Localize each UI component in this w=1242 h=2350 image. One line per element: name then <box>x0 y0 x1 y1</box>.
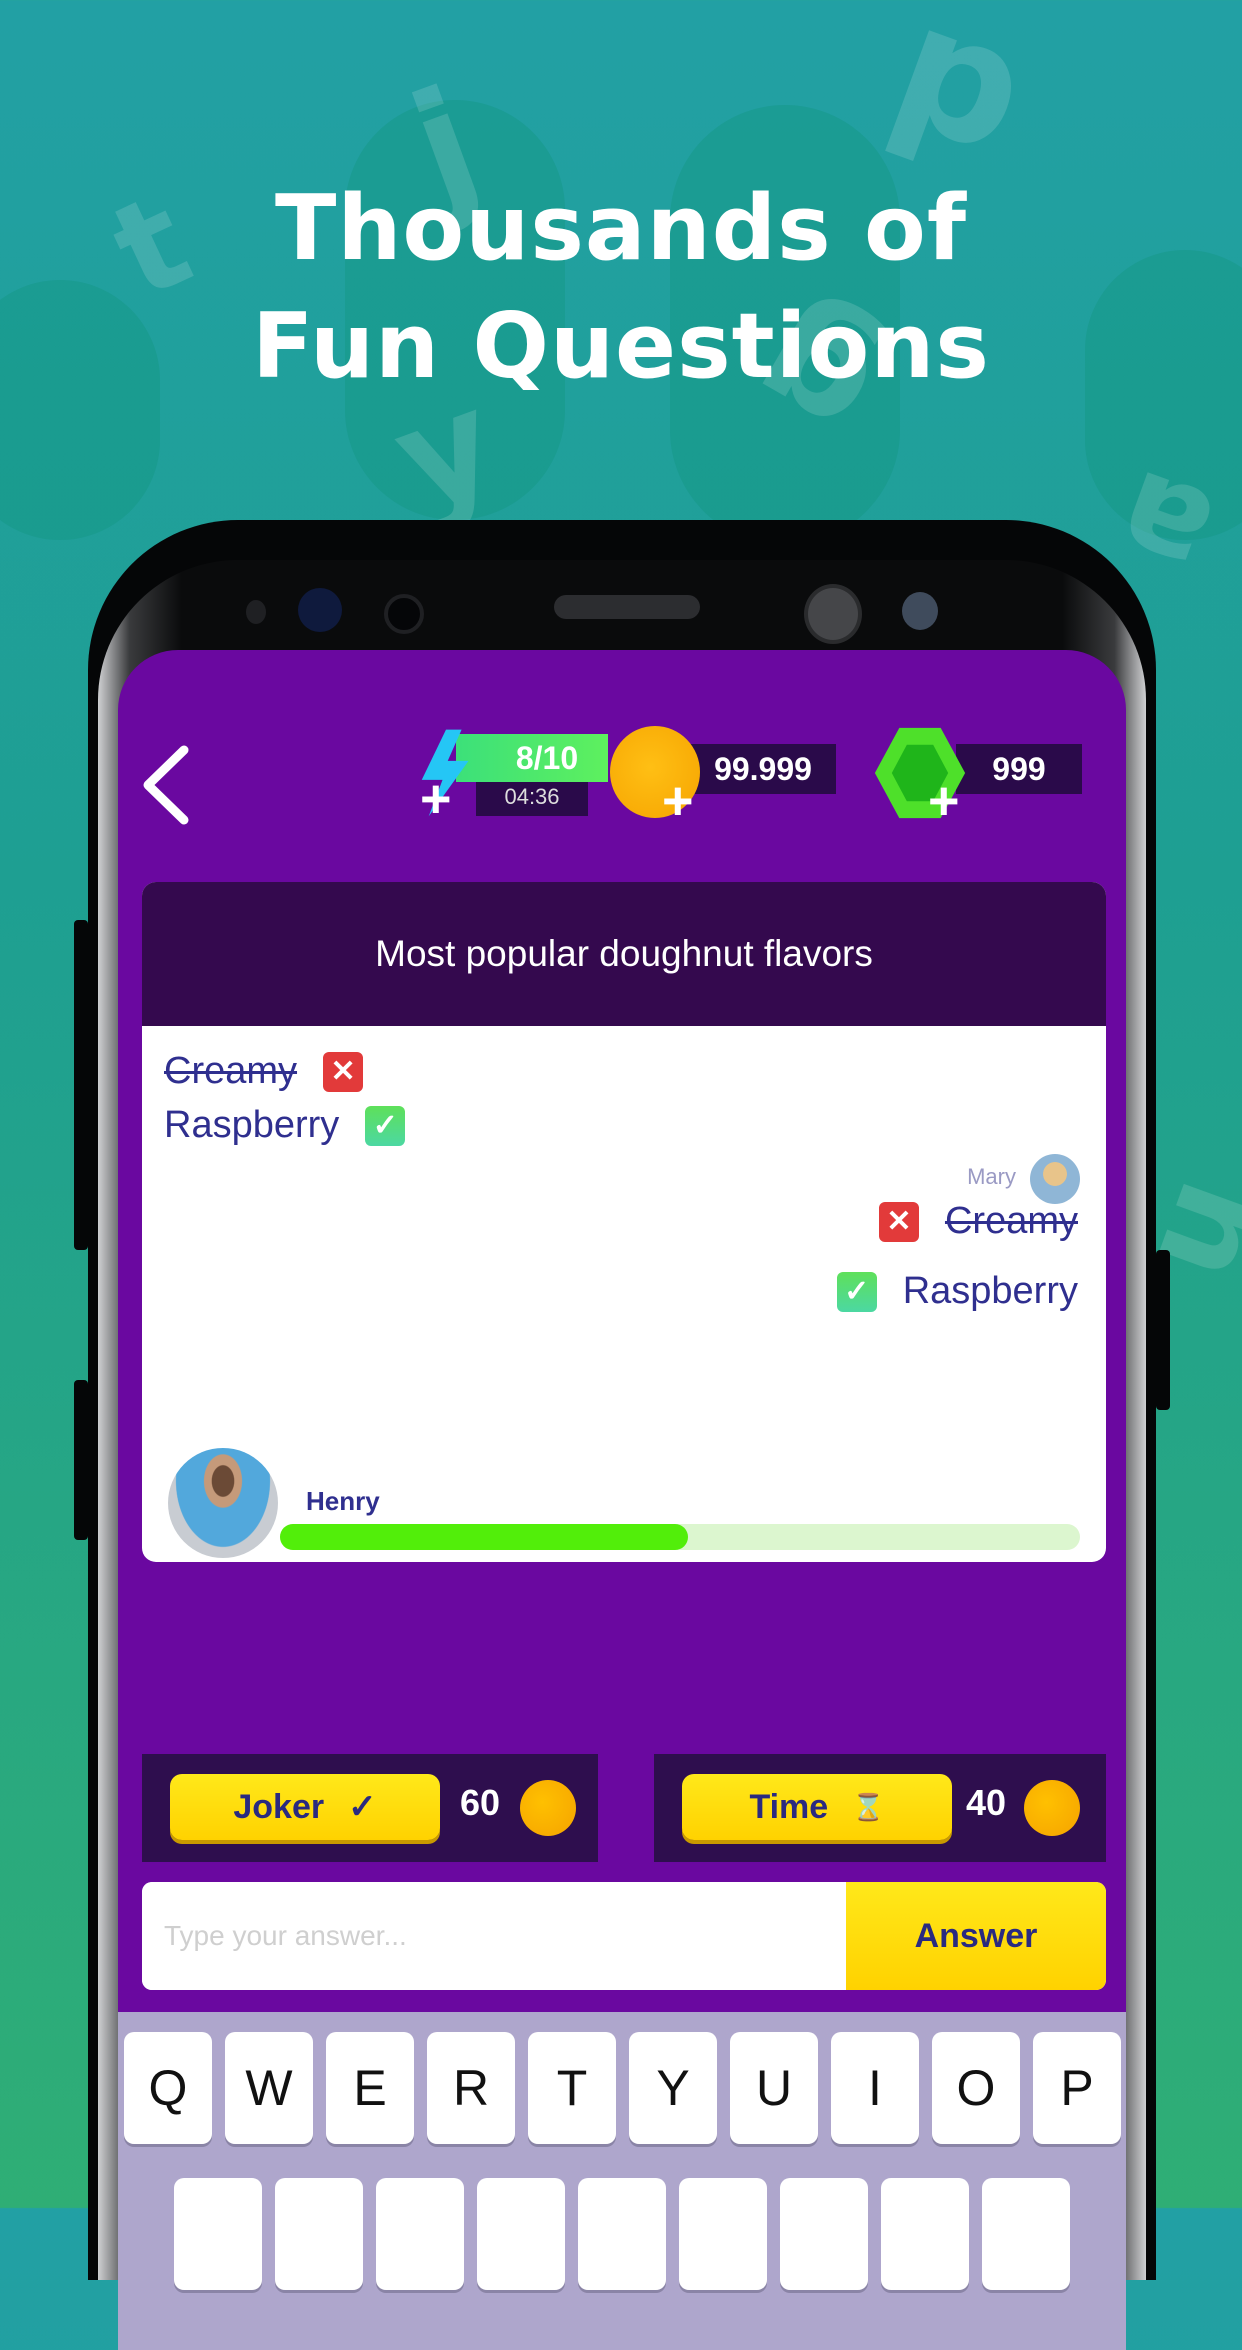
opponent-answer-text: Raspberry <box>902 1270 1078 1312</box>
answer-form: Answer <box>142 1882 1106 1990</box>
opponent-answer-text: Creamy <box>944 1200 1078 1242</box>
player-progress-bar <box>280 1524 1080 1550</box>
coins-value-box: 99.999 <box>690 744 836 794</box>
key-o[interactable]: O <box>932 2032 1020 2144</box>
player-name: Henry <box>306 1486 380 1516</box>
proximity-sensor <box>246 600 266 624</box>
add-energy-icon[interactable]: + <box>420 772 452 826</box>
joker-label: Joker <box>233 1787 325 1826</box>
question-header: Most popular doughnut flavors <box>142 882 1106 1026</box>
key-t[interactable]: T <box>528 2032 616 2144</box>
key-g[interactable] <box>578 2178 666 2290</box>
front-camera <box>384 594 424 634</box>
opponent-answer: ✓ Raspberry <box>836 1270 1078 1313</box>
answer-button[interactable]: Answer <box>846 1882 1106 1990</box>
back-button[interactable] <box>136 740 206 830</box>
key-d[interactable] <box>376 2178 464 2290</box>
time-button[interactable]: Time ⌛ <box>682 1774 952 1840</box>
correct-icon: ✓ <box>836 1271 877 1312</box>
camera-lens <box>804 584 862 644</box>
key-s[interactable] <box>275 2178 363 2290</box>
phone-frame: 04:36 8/10 + 99.999 + 999 + Most popular… <box>74 520 1170 2350</box>
answer-input[interactable] <box>142 1882 846 1990</box>
earpiece-speaker <box>554 595 700 619</box>
energy-value: 8/10 <box>515 739 579 776</box>
headline: Thousands of Fun Questions <box>0 170 1242 406</box>
hourglass-icon: ⌛ <box>852 1791 885 1822</box>
background-letter: p <box>869 0 1052 193</box>
headline-line-2: Fun Questions <box>251 294 990 399</box>
headline-line-1: Thousands of <box>274 176 968 281</box>
gems-value: 999 <box>992 750 1046 787</box>
joker-cost: 60 <box>460 1782 501 1823</box>
phone-side-button <box>1156 1250 1170 1410</box>
iris-sensor <box>298 588 342 632</box>
key-l[interactable] <box>982 2178 1070 2290</box>
coin-icon <box>1024 1780 1080 1836</box>
question-card: Most popular doughnut flavors Creamy ✕ R… <box>142 882 1106 1562</box>
coins-value: 99.999 <box>714 750 812 787</box>
led-sensor <box>902 592 938 630</box>
key-k[interactable] <box>881 2178 969 2290</box>
key-r[interactable]: R <box>427 2032 515 2144</box>
player-answer: Raspberry ✓ <box>164 1104 406 1147</box>
key-e[interactable]: E <box>326 2032 414 2144</box>
player-avatar <box>168 1448 278 1558</box>
correct-icon: ✓ <box>365 1105 406 1146</box>
wrong-icon: ✕ <box>323 1051 364 1092</box>
coin-icon <box>520 1780 576 1836</box>
key-a[interactable] <box>174 2178 262 2290</box>
key-f[interactable] <box>477 2178 565 2290</box>
joker-button[interactable]: Joker ✓ <box>170 1774 440 1840</box>
energy-value-box: 8/10 <box>456 734 608 782</box>
keyboard: Q W E R T Y U I O P <box>118 2012 1126 2350</box>
key-y[interactable]: Y <box>629 2032 717 2144</box>
energy-stat[interactable]: 04:36 8/10 + <box>420 729 610 830</box>
time-cost: 40 <box>966 1782 1007 1823</box>
time-powerup-panel: Time ⌛ 40 <box>654 1754 1106 1862</box>
add-gems-icon[interactable]: + <box>928 774 960 828</box>
check-icon: ✓ <box>348 1788 377 1826</box>
app-screen: 04:36 8/10 + 99.999 + 999 + Most popular… <box>118 650 1126 2350</box>
key-w[interactable]: W <box>225 2032 313 2144</box>
key-q[interactable]: Q <box>124 2032 212 2144</box>
gems-value-box: 999 <box>956 744 1082 794</box>
opponent-label: Mary <box>967 1164 1016 1190</box>
joker-powerup-panel: Joker ✓ 60 <box>142 1754 598 1862</box>
wrong-icon: ✕ <box>878 1201 919 1242</box>
energy-timer-box: 04:36 <box>476 778 588 816</box>
energy-timer: 04:36 <box>504 784 560 809</box>
key-i[interactable]: I <box>831 2032 919 2144</box>
phone-side-button <box>74 1380 88 1540</box>
player-answer-text: Raspberry <box>164 1104 340 1146</box>
phone-side-button <box>74 920 88 1250</box>
player-answer-text: Creamy <box>164 1050 298 1092</box>
opponent-name: Mary <box>967 1164 1016 1189</box>
time-label: Time <box>749 1787 829 1826</box>
player-answer: Creamy ✕ <box>164 1050 364 1093</box>
question-text: Most popular doughnut flavors <box>375 933 873 974</box>
opponent-answer: ✕ Creamy <box>878 1200 1078 1243</box>
key-h[interactable] <box>679 2178 767 2290</box>
key-u[interactable]: U <box>730 2032 818 2144</box>
add-coins-icon[interactable]: + <box>662 774 694 828</box>
gems-stat[interactable]: 999 + <box>870 727 1110 830</box>
chevron-left-icon <box>143 745 189 825</box>
key-j[interactable] <box>780 2178 868 2290</box>
opponent-avatar <box>1030 1154 1080 1204</box>
coins-stat[interactable]: 99.999 + <box>610 726 860 830</box>
player-progress-fill <box>280 1524 688 1550</box>
key-p[interactable]: P <box>1033 2032 1121 2144</box>
